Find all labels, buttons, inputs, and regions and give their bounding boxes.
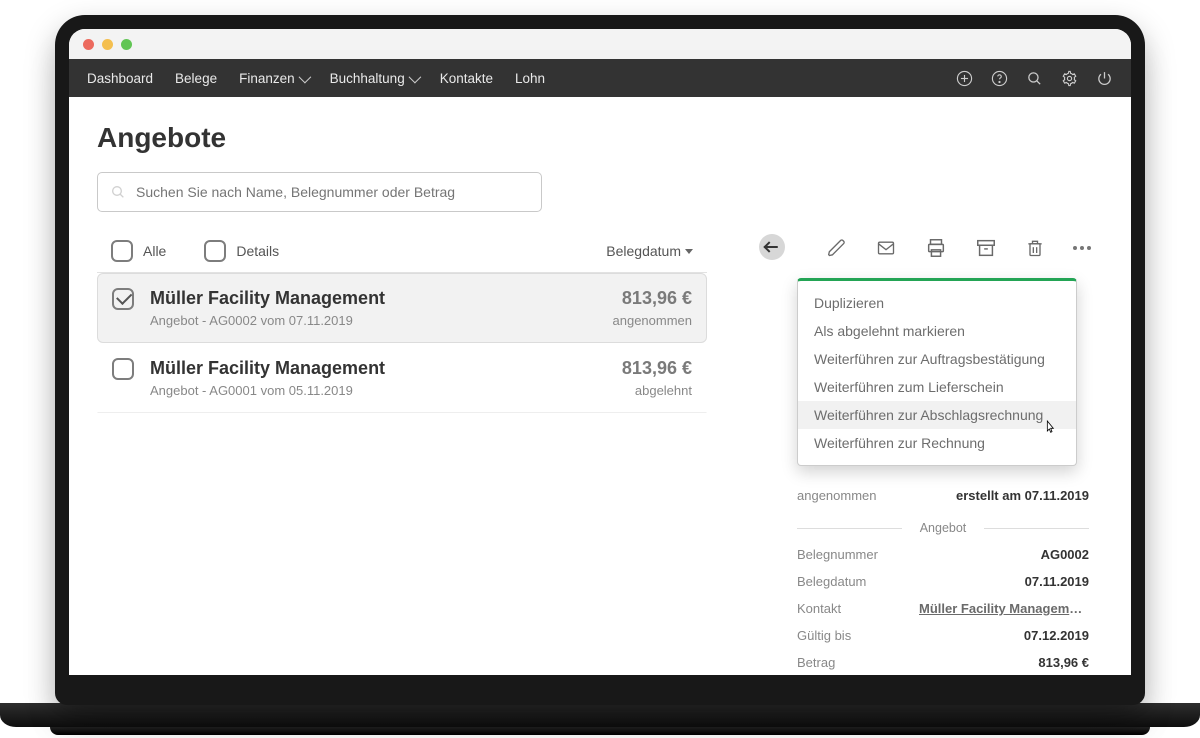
sort-toggle[interactable]: Belegdatum bbox=[606, 243, 693, 259]
kv-key: Betrag bbox=[797, 655, 835, 670]
search-icon[interactable] bbox=[1026, 70, 1043, 87]
print-icon[interactable] bbox=[925, 237, 947, 259]
label-details: Details bbox=[236, 243, 279, 259]
menu-item[interactable]: Weiterführen zur Rechnung bbox=[798, 429, 1076, 457]
row-checkbox[interactable] bbox=[112, 358, 134, 380]
nav-belege[interactable]: Belege bbox=[175, 71, 217, 86]
row-amount: 813,96 € bbox=[622, 358, 692, 379]
row-sub: Angebot - AG0002 vom 07.11.2019 bbox=[150, 313, 385, 328]
search-input[interactable] bbox=[136, 184, 529, 200]
kv-val: 07.12.2019 bbox=[1024, 628, 1089, 643]
sort-label: Belegdatum bbox=[606, 243, 681, 259]
search-box[interactable] bbox=[97, 172, 542, 212]
mail-icon[interactable] bbox=[875, 237, 897, 259]
power-icon[interactable] bbox=[1096, 70, 1113, 87]
list-row[interactable]: Müller Facility Management Angebot - AG0… bbox=[97, 343, 707, 413]
cursor-icon bbox=[1042, 417, 1058, 437]
label-all: Alle bbox=[143, 243, 166, 259]
archive-icon[interactable] bbox=[975, 237, 997, 259]
kv-val: 07.11.2019 bbox=[1025, 574, 1089, 589]
back-button[interactable] bbox=[759, 234, 785, 260]
help-icon[interactable] bbox=[991, 70, 1008, 87]
section-label: Angebot bbox=[797, 521, 1089, 535]
kv-val: AG0002 bbox=[1041, 547, 1089, 562]
list-row[interactable]: Müller Facility Management Angebot - AG0… bbox=[97, 273, 707, 343]
row-status: angenommen bbox=[613, 313, 693, 328]
kv-key: Kontakt bbox=[797, 601, 841, 616]
list-header: Alle Details Belegdatum bbox=[97, 234, 707, 273]
top-nav: Dashboard Belege Finanzen Buchhaltung Ko… bbox=[69, 59, 1131, 97]
kv-val: 813,96 € bbox=[1038, 655, 1089, 670]
menu-item[interactable]: Weiterführen zur Auftragsbestätigung bbox=[798, 345, 1076, 373]
menu-item[interactable]: Weiterführen zur Abschlagsrechnung bbox=[798, 401, 1076, 429]
maximize-window-dot[interactable] bbox=[121, 39, 132, 50]
checkbox-details[interactable] bbox=[204, 240, 226, 262]
detail-panel: Duplizieren Als abgelehnt markieren Weit… bbox=[773, 234, 1103, 670]
kv-key: Belegnummer bbox=[797, 547, 878, 562]
row-sub: Angebot - AG0001 vom 05.11.2019 bbox=[150, 383, 385, 398]
menu-item[interactable]: Duplizieren bbox=[798, 289, 1076, 317]
close-window-dot[interactable] bbox=[83, 39, 94, 50]
menu-item[interactable]: Weiterführen zum Lieferschein bbox=[798, 373, 1076, 401]
chevron-down-icon bbox=[685, 249, 693, 254]
row-name: Müller Facility Management bbox=[150, 358, 385, 379]
nav-buchhaltung[interactable]: Buchhaltung bbox=[330, 71, 418, 86]
window-titlebar bbox=[69, 29, 1131, 59]
kv-val-link[interactable]: Müller Facility Managemen… bbox=[919, 601, 1089, 616]
edit-icon[interactable] bbox=[827, 237, 847, 259]
row-status: abgelehnt bbox=[622, 383, 692, 398]
detail-status: angenommen bbox=[797, 488, 877, 503]
search-icon bbox=[110, 184, 126, 200]
menu-item[interactable]: Als abgelehnt markieren bbox=[798, 317, 1076, 345]
checkbox-all[interactable] bbox=[111, 240, 133, 262]
row-amount: 813,96 € bbox=[613, 288, 693, 309]
minimize-window-dot[interactable] bbox=[102, 39, 113, 50]
more-menu: Duplizieren Als abgelehnt markieren Weit… bbox=[797, 278, 1077, 466]
add-icon[interactable] bbox=[956, 70, 973, 87]
chevron-down-icon bbox=[408, 70, 421, 83]
laptop-base bbox=[0, 703, 1200, 727]
gear-icon[interactable] bbox=[1061, 70, 1078, 87]
nav-lohn[interactable]: Lohn bbox=[515, 71, 545, 86]
chevron-down-icon bbox=[298, 70, 311, 83]
page-title: Angebote bbox=[97, 122, 1103, 154]
kv-key: Gültig bis bbox=[797, 628, 851, 643]
trash-icon[interactable] bbox=[1025, 237, 1045, 259]
nav-kontakte[interactable]: Kontakte bbox=[440, 71, 493, 86]
nav-finanzen[interactable]: Finanzen bbox=[239, 71, 308, 86]
detail-created: erstellt am 07.11.2019 bbox=[956, 488, 1089, 503]
more-icon[interactable] bbox=[1073, 237, 1091, 259]
row-checkbox[interactable] bbox=[112, 288, 134, 310]
nav-dashboard[interactable]: Dashboard bbox=[87, 71, 153, 86]
kv-key: Belegdatum bbox=[797, 574, 866, 589]
row-name: Müller Facility Management bbox=[150, 288, 385, 309]
